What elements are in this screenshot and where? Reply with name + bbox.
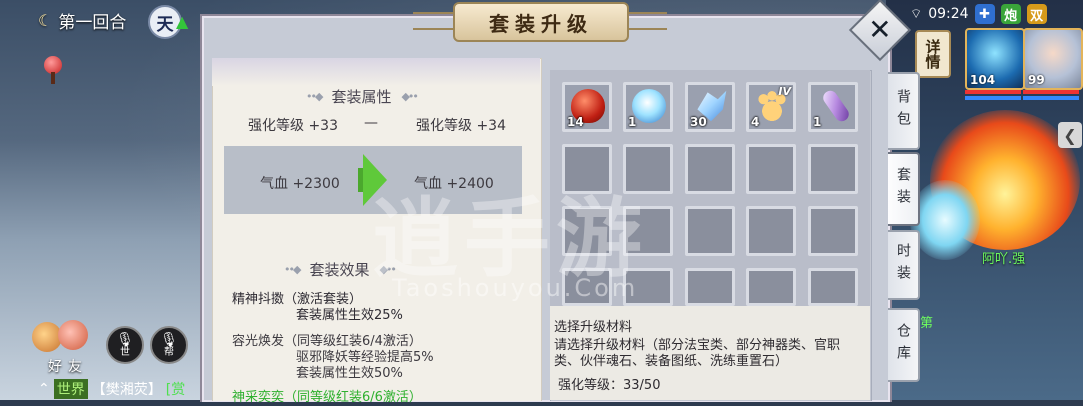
map-pin-tail xyxy=(51,72,55,84)
current-hp-bonus: 气血 +2300 xyxy=(260,176,340,192)
friends-button[interactable] xyxy=(32,318,92,358)
tab-warehouse[interactable]: 仓库 xyxy=(888,308,920,382)
empty-material-slot[interactable] xyxy=(746,144,796,194)
divider-dots: ••◆ xyxy=(284,263,301,276)
tab-bag[interactable]: 背包 xyxy=(888,72,920,150)
pet-mp-bar xyxy=(965,96,1021,100)
empty-material-slot[interactable] xyxy=(746,206,796,256)
shield-icon[interactable]: ✚ xyxy=(974,4,995,24)
friend-avatar-icon xyxy=(58,320,88,350)
effect-item: 容光焕发（同等级红装6/4激活） 驱邪降妖等经验提高5% 套装属性生效50% xyxy=(232,334,434,382)
empty-material-slot[interactable] xyxy=(746,268,796,306)
level-separator: — xyxy=(364,115,378,131)
effect-name: 容光焕发（同等级红装6/4激活） xyxy=(232,334,422,349)
up-arrow-icon: ▲ xyxy=(176,12,189,31)
round-indicator: ☾ 第一回合 xyxy=(38,6,126,34)
watermark-url: Taoshouyou.Com xyxy=(392,274,639,302)
suit-attributes-heading: ••◆ 套装属性 ◆•• xyxy=(306,86,419,107)
tier-label: IV xyxy=(778,85,791,98)
effect-line: 驱邪降妖等经验提高5% xyxy=(296,350,434,365)
ice-creature xyxy=(910,180,980,260)
next-enhance-level: 强化等级 +34 xyxy=(416,118,506,134)
player-level: 99 xyxy=(1028,73,1045,87)
friends-label: 好友 xyxy=(48,359,88,375)
voice-channel-label: 帮 xyxy=(164,346,174,358)
current-enhance-level: 强化等级 +33 xyxy=(248,118,338,134)
empty-material-slot[interactable] xyxy=(685,206,735,256)
tab-label: 时装 xyxy=(895,243,911,287)
enemy-name: 阿吖.强 xyxy=(982,252,1026,267)
title-ornament-right xyxy=(627,12,667,30)
chat-reward: [赏 xyxy=(165,382,186,398)
empty-material-slot[interactable] xyxy=(685,144,735,194)
tab-suit[interactable]: 套装 xyxy=(888,152,920,226)
pet-portrait[interactable]: 104 xyxy=(965,28,1025,90)
scroll-icon xyxy=(820,88,852,124)
close-icon: ✕ xyxy=(868,12,892,46)
tab-label: 套装 xyxy=(895,167,911,211)
player-portrait[interactable]: 99 xyxy=(1023,28,1083,90)
effect-line: 套装属性生效25% xyxy=(296,308,403,323)
material-slot[interactable]: 1 xyxy=(808,82,858,132)
divider-dots: ••◆ xyxy=(306,90,323,103)
divider-dots: ◆•• xyxy=(401,90,418,103)
player-mp-bar xyxy=(1023,96,1079,100)
effect-name: 神采奕奕（同等级红装6/6激活） xyxy=(232,390,422,405)
wifi-icon: ⌔ xyxy=(910,7,923,22)
tab-label: 背包 xyxy=(895,89,911,133)
round-label: 第一回合 xyxy=(58,12,127,33)
guild-voice-button[interactable]: 🎙 帮 xyxy=(150,326,188,364)
clock: 09:24 xyxy=(928,6,969,22)
material-slot[interactable]: 1 xyxy=(623,82,673,132)
chat-expand-icon[interactable]: ⌃ xyxy=(38,381,50,397)
chat-bar[interactable]: ⌃ 世界 【樊湘荧】 [赏 xyxy=(38,378,185,400)
empty-material-slot[interactable] xyxy=(808,206,858,256)
status-bar: ⌔ 09:24 ✚ 炮 双 xyxy=(910,3,1047,25)
material-slot[interactable]: IV 4 xyxy=(746,82,796,132)
tab-label: 仓库 xyxy=(895,323,911,367)
material-count: 4 xyxy=(751,115,760,129)
side-text: 第 xyxy=(920,316,934,331)
pet-hp-bar xyxy=(965,90,1021,94)
suit-effects-title: 套装效果 xyxy=(309,261,370,279)
material-count: 1 xyxy=(813,115,822,129)
world-voice-button[interactable]: 🎙 世 xyxy=(106,326,144,364)
effect-line: 套装属性生效50% xyxy=(296,366,403,381)
material-slot[interactable]: 14 xyxy=(562,82,612,132)
crystal-orb-icon xyxy=(632,89,666,123)
pet-level: 104 xyxy=(970,73,996,87)
effect-name: 精神抖擞（激活套装） xyxy=(232,292,363,307)
material-slot[interactable]: 30 xyxy=(685,82,735,132)
chat-channel: 世界 xyxy=(53,379,88,399)
microphone-icon: 🎙 xyxy=(116,331,134,348)
effect-item: 神采奕奕（同等级红装6/6激活） xyxy=(232,390,422,406)
material-count: 30 xyxy=(690,115,707,129)
material-count: 14 xyxy=(567,115,584,129)
enhance-level-progress: 强化等级：33/50 xyxy=(558,378,661,393)
collapse-arrow-icon[interactable]: ❮ xyxy=(1058,122,1082,148)
microphone-icon: 🎙 xyxy=(160,331,178,348)
select-material-desc: 请选择升级材料（部分法宝类、部分神器类、官职类、伙伴魂石、装备图纸、洗练重置石） xyxy=(554,338,841,369)
moon-icon: ☾ xyxy=(38,10,53,30)
select-material-title: 选择升级材料 xyxy=(554,320,633,335)
empty-material-slot[interactable] xyxy=(685,268,735,306)
attributes-header-deco xyxy=(212,58,540,86)
chat-sender[interactable]: 【樊湘荧】 xyxy=(92,379,162,399)
empty-material-slot[interactable] xyxy=(808,144,858,194)
suit-attributes-title: 套装属性 xyxy=(331,88,392,106)
shuang-icon[interactable]: 双 xyxy=(1026,4,1047,24)
pao-icon[interactable]: 炮 xyxy=(1000,4,1021,24)
title-ornament-left xyxy=(413,12,453,30)
voice-channel-label: 世 xyxy=(120,346,130,358)
tab-fashion[interactable]: 时装 xyxy=(888,230,920,300)
player-hp-bar xyxy=(1023,90,1079,94)
details-button[interactable]: 详情 xyxy=(915,30,951,78)
panel-title: 套装升级 xyxy=(453,2,629,42)
empty-material-slot[interactable] xyxy=(808,268,858,306)
material-count: 1 xyxy=(628,115,637,129)
effect-item: 精神抖擞（激活套装） 套装属性生效25% xyxy=(232,292,403,324)
